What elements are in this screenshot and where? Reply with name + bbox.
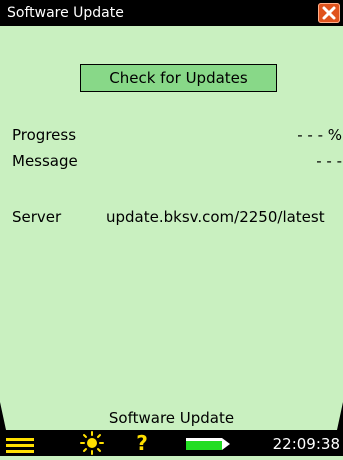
battery-icon	[186, 438, 230, 450]
server-row: Server update.bksv.com/2250/latest	[0, 207, 343, 227]
server-label: Server	[12, 208, 62, 226]
progress-label: Progress	[12, 126, 77, 144]
progress-row: Progress - - - %	[0, 125, 343, 145]
status-bar: ? 22:09:38	[0, 430, 343, 456]
title-bar: Software Update	[0, 0, 343, 26]
message-value: - - -	[316, 152, 342, 170]
battery-button[interactable]	[184, 430, 234, 456]
backlight-button[interactable]	[78, 430, 106, 456]
message-row: Message - - -	[0, 151, 343, 171]
close-icon	[322, 6, 336, 20]
clock: 22:09:38	[272, 435, 340, 453]
help-icon: ?	[136, 431, 148, 455]
svg-text:?: ?	[136, 431, 148, 455]
page-label: Software Update	[108, 409, 235, 427]
message-label: Message	[12, 152, 78, 170]
close-button[interactable]	[318, 3, 340, 23]
menu-button[interactable]	[6, 430, 38, 456]
server-value[interactable]: update.bksv.com/2250/latest	[106, 207, 325, 227]
help-button[interactable]: ?	[132, 430, 152, 456]
window-title: Software Update	[7, 5, 124, 21]
progress-value: - - - %	[297, 126, 342, 144]
menu-icon	[6, 438, 34, 453]
check-for-updates-button[interactable]: Check for Updates	[80, 64, 277, 92]
backlight-icon	[80, 431, 104, 455]
